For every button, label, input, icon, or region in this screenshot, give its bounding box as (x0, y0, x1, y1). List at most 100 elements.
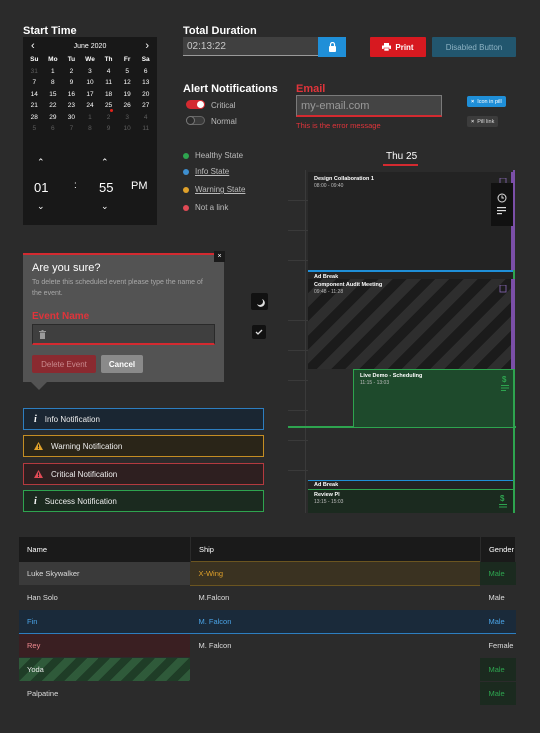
calendar-day[interactable]: 24 (81, 100, 100, 112)
critical-toggle[interactable] (186, 100, 205, 109)
calendar-day[interactable]: 26 (118, 100, 137, 112)
table-row[interactable]: Palpatine Male (19, 681, 516, 706)
column-header-gender[interactable]: Gender (480, 537, 517, 562)
event-time: 13:15 - 15:03 (314, 499, 344, 505)
calendar-day[interactable]: 4 (99, 66, 118, 78)
calendar-day[interactable]: 18 (99, 89, 118, 101)
next-month-button[interactable]: › (145, 40, 149, 52)
calendar-day[interactable]: 13 (136, 77, 155, 89)
calendar-day[interactable]: 9 (99, 123, 118, 135)
check-button[interactable] (252, 325, 266, 339)
cancel-button[interactable]: Cancel (101, 355, 143, 373)
table-cell: Male (480, 561, 516, 586)
table-row[interactable]: Han Solo M.Falcon Male (19, 585, 516, 610)
calendar-day[interactable]: 3 (118, 112, 137, 124)
calendar-day[interactable]: 9 (62, 77, 81, 89)
calendar-day[interactable]: 23 (62, 100, 81, 112)
calendar-day[interactable]: 30 (62, 112, 81, 124)
email-field[interactable]: my-email.com (296, 95, 442, 117)
calendar-day[interactable]: 28 (25, 112, 44, 124)
calendar-day[interactable]: 2 (62, 66, 81, 78)
hour-value[interactable]: 01 (34, 180, 48, 195)
table-row[interactable]: Fin M. Falcon Male (19, 609, 516, 634)
calendar-day[interactable]: 22 (44, 100, 63, 112)
calendar-day[interactable]: 15 (44, 89, 63, 101)
calendar-day[interactable]: 11 (99, 77, 118, 89)
close-icon[interactable]: × (214, 251, 225, 262)
calendar-day[interactable]: 27 (136, 100, 155, 112)
hour-up-icon[interactable]: ⌃ (37, 157, 45, 168)
prev-month-button[interactable]: ‹ (31, 40, 35, 52)
event-review-pi[interactable]: Review PI 13:15 - 15:03 $ (308, 489, 513, 513)
info-state[interactable]: Info State (183, 167, 229, 176)
calendar-day[interactable]: 7 (25, 77, 44, 89)
column-header-ship[interactable]: Ship (190, 537, 481, 562)
event-component-audit[interactable]: Component Audit Meeting 09:48 - 11:28 (308, 279, 513, 369)
lock-icon (328, 42, 336, 52)
calendar-day[interactable]: 4 (136, 112, 155, 124)
calendar-day[interactable]: 17 (81, 89, 100, 101)
close-icon[interactable]: × (471, 119, 474, 125)
warning-state-link[interactable]: Warning State (195, 185, 245, 194)
minute-value[interactable]: 55 (99, 180, 113, 195)
calendar-day[interactable]: 19 (118, 89, 137, 101)
column-header-name[interactable]: Name (19, 537, 191, 562)
svg-text:$: $ (500, 494, 505, 503)
calendar-day[interactable]: 1 (81, 112, 100, 124)
calendar-day[interactable]: 10 (81, 77, 100, 89)
hour-down-icon[interactable]: ⌄ (37, 201, 45, 212)
table-row[interactable]: Rey M. Falcon Female (19, 633, 516, 658)
calendar-day[interactable]: 14 (25, 89, 44, 101)
calendar-day[interactable]: 21 (25, 100, 44, 112)
period-value[interactable]: PM (131, 180, 148, 192)
minute-down-icon[interactable]: ⌄ (101, 201, 109, 212)
warning-state[interactable]: Warning State (183, 185, 245, 194)
icon-pill[interactable]: × Icon in pill (467, 96, 506, 107)
event-design-collaboration[interactable]: Design Collaboration 1 08:00 - 09:40 (308, 172, 513, 270)
event-toolbar[interactable] (491, 183, 513, 226)
disabled-button[interactable]: Disabled Button (432, 37, 516, 57)
notification-text: Critical Notification (51, 469, 118, 479)
calendar-day[interactable]: 20 (136, 89, 155, 101)
minute-up-icon[interactable]: ⌃ (101, 157, 109, 168)
calendar-day[interactable]: 6 (44, 123, 63, 135)
close-icon[interactable]: × (471, 99, 474, 105)
calendar-day[interactable]: 29 (44, 112, 63, 124)
event-time: 08:00 - 09:40 (314, 183, 344, 189)
calendar-day[interactable]: 8 (44, 77, 63, 89)
calendar-day[interactable]: 7 (62, 123, 81, 135)
calendar-day[interactable]: 12 (118, 77, 137, 89)
normal-toggle[interactable] (186, 116, 205, 125)
calendar-day[interactable]: 11 (136, 123, 155, 135)
event-name-input[interactable] (32, 324, 215, 345)
table-row[interactable]: Luke Skywalker X-Wing Male (19, 561, 516, 586)
calendar-day[interactable]: 1 (44, 66, 63, 78)
calendar-day[interactable]: 25 (99, 100, 118, 112)
calendar-day[interactable]: 31 (25, 66, 44, 78)
event-ad-break[interactable]: Ad Break (308, 272, 513, 280)
lock-button[interactable] (318, 37, 346, 57)
event-live-demo[interactable]: Live Demo - Scheduling 11:15 - 13:03 $ (353, 369, 515, 427)
time-separator: : (74, 180, 77, 191)
lines-icon[interactable] (497, 207, 507, 215)
calendar-day[interactable]: 5 (25, 123, 44, 135)
clock-icon[interactable] (497, 193, 507, 203)
calendar-day[interactable]: 5 (118, 66, 137, 78)
delete-event-button[interactable]: Delete Event (32, 355, 96, 373)
moon-button[interactable] (251, 293, 268, 310)
table-row[interactable]: Yoda Male (19, 657, 516, 682)
calendar-day[interactable]: 2 (99, 112, 118, 124)
calendar-day[interactable]: 16 (62, 89, 81, 101)
calendar-day[interactable]: 3 (81, 66, 100, 78)
print-button[interactable]: Print (370, 37, 426, 57)
duration-input[interactable]: 02:13:22 (183, 37, 318, 56)
calendar-day[interactable]: 10 (118, 123, 137, 135)
calendar-day[interactable]: 6 (136, 66, 155, 78)
document-icon (499, 285, 507, 293)
email-error: This is the error message (296, 121, 381, 130)
event-ad-break-2[interactable]: Ad Break (308, 480, 513, 489)
pill-link[interactable]: × Pill link (467, 116, 499, 127)
critical-toggle-label: Critical (211, 101, 236, 110)
calendar-day[interactable]: 8 (81, 123, 100, 135)
info-state-link[interactable]: Info State (195, 167, 229, 176)
